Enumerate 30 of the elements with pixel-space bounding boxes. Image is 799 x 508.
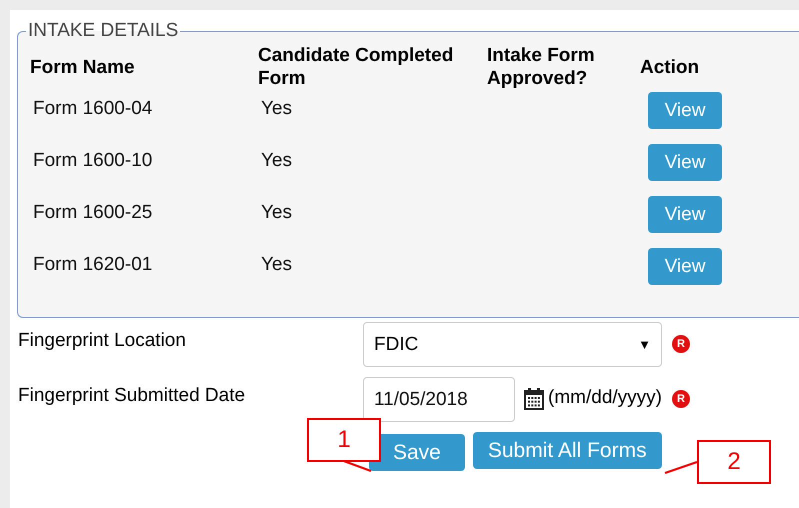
callout-box: 1: [307, 418, 381, 462]
leader-line: [664, 461, 698, 475]
view-button[interactable]: View: [648, 92, 722, 129]
field-label: Fingerprint Submitted Date: [17, 385, 246, 407]
panel-legend: INTAKE DETAILS: [26, 20, 180, 42]
completed-cell: Yes: [261, 150, 292, 172]
form-name-cell: Form 1600-10: [33, 150, 152, 172]
field-label: Fingerprint Location: [17, 330, 187, 352]
column-header: Action: [640, 56, 700, 78]
form-name-cell: Form 1620-01: [33, 254, 152, 276]
completed-cell: Yes: [261, 202, 292, 224]
form-name-cell: Form 1600-04: [33, 98, 152, 120]
completed-cell: Yes: [261, 98, 292, 120]
view-button[interactable]: View: [648, 144, 722, 181]
required-mark: R: [672, 335, 690, 353]
callout-box: 2: [697, 440, 771, 484]
calendar-icon[interactable]: [524, 388, 544, 410]
date-input[interactable]: 11/05/2018: [363, 377, 515, 422]
save-button[interactable]: Save: [369, 434, 465, 471]
column-header: Form Name: [30, 56, 135, 78]
date-format-hint: (mm/dd/yyyy): [548, 387, 662, 409]
required-mark: R: [672, 390, 690, 408]
form-name-cell: Form 1600-25: [33, 202, 152, 224]
column-header: Intake Form Approved?: [487, 44, 596, 90]
completed-cell: Yes: [261, 254, 292, 276]
location-select[interactable]: FDIC ▼: [363, 322, 662, 367]
submit-button[interactable]: Submit All Forms: [472, 432, 662, 469]
column-header: Candidate Completed Form: [258, 44, 454, 90]
view-button[interactable]: View: [648, 196, 722, 233]
view-button[interactable]: View: [648, 248, 722, 285]
